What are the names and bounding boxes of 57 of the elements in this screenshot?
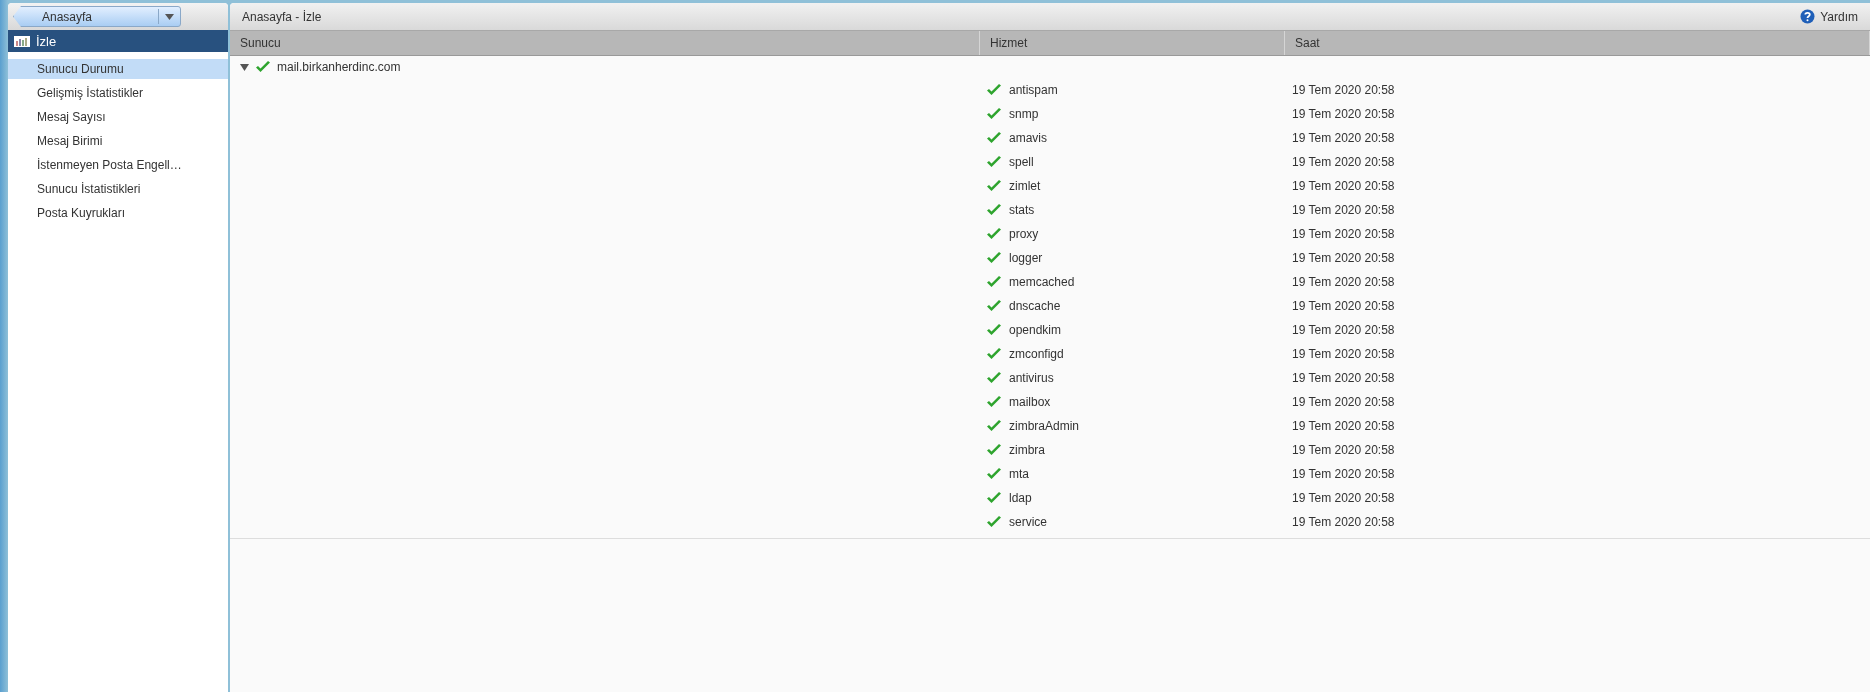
- sidebar-item[interactable]: Sunucu İstatistikleri: [8, 179, 228, 199]
- service-name: proxy: [1009, 227, 1039, 241]
- service-name: logger: [1009, 251, 1043, 265]
- section-title: İzle: [36, 33, 57, 49]
- service-name: zimbraAdmin: [1009, 419, 1080, 433]
- sidebar-item[interactable]: Mesaj Birimi: [8, 131, 228, 151]
- time-cell: 19 Tem 2020 20:58: [1292, 107, 1395, 121]
- service-name: antispam: [1009, 83, 1058, 97]
- service-name: amavis: [1009, 131, 1047, 145]
- time-cell: 19 Tem 2020 20:58: [1292, 83, 1395, 97]
- time-cell: 19 Tem 2020 20:58: [1292, 419, 1395, 433]
- service-name: service: [1009, 515, 1047, 529]
- service-name: spell: [1009, 155, 1034, 169]
- sidebar-item[interactable]: Posta Kuyrukları: [8, 203, 228, 223]
- time-cell: 19 Tem 2020 20:58: [1292, 323, 1395, 337]
- time-cell: 19 Tem 2020 20:58: [1292, 491, 1395, 505]
- help-button[interactable]: Yardım: [1800, 9, 1858, 24]
- sidebar-item[interactable]: Sunucu Durumu: [8, 59, 228, 79]
- service-name: opendkim: [1009, 323, 1062, 337]
- breadcrumb: Anasayfa - İzle: [242, 9, 322, 24]
- time-cell: 19 Tem 2020 20:58: [1292, 299, 1395, 313]
- time-cell: 19 Tem 2020 20:58: [1292, 467, 1395, 481]
- service-name: zimlet: [1009, 179, 1041, 193]
- time-cell: 19 Tem 2020 20:58: [1292, 443, 1395, 457]
- service-name: stats: [1009, 203, 1035, 217]
- sidebar-item[interactable]: Gelişmiş İstatistikler: [8, 83, 228, 103]
- time-cell: 19 Tem 2020 20:58: [1292, 515, 1395, 529]
- service-name: mta: [1009, 467, 1029, 481]
- column-header[interactable]: Hizmet: [980, 31, 1285, 55]
- bar-chart-icon: [14, 35, 30, 47]
- service-name: zimbra: [1009, 443, 1045, 457]
- column-header[interactable]: Saat: [1285, 31, 1870, 55]
- expanded-triangle-icon[interactable]: [240, 62, 249, 72]
- caret-icon: [165, 13, 174, 20]
- time-cell: 19 Tem 2020 20:58: [1292, 131, 1395, 145]
- service-name: ldap: [1009, 491, 1032, 505]
- back-button[interactable]: Anasayfa: [13, 6, 181, 27]
- service-name: snmp: [1009, 107, 1039, 121]
- server-name: mail.birkanherdinc.com: [277, 60, 401, 74]
- service-name: mailbox: [1009, 395, 1051, 409]
- time-cell: 19 Tem 2020 20:58: [1292, 371, 1395, 385]
- time-cell: 19 Tem 2020 20:58: [1292, 203, 1395, 217]
- service-name: memcached: [1009, 275, 1075, 289]
- service-name: zmconfigd: [1009, 347, 1064, 361]
- time-cell: 19 Tem 2020 20:58: [1292, 179, 1395, 193]
- time-cell: 19 Tem 2020 20:58: [1292, 395, 1395, 409]
- sidebar-item[interactable]: İstenmeyen Posta Engell…: [8, 155, 228, 175]
- time-cell: 19 Tem 2020 20:58: [1292, 251, 1395, 265]
- service-name: antivirus: [1009, 371, 1054, 385]
- time-cell: 19 Tem 2020 20:58: [1292, 227, 1395, 241]
- time-cell: 19 Tem 2020 20:58: [1292, 155, 1395, 169]
- service-name: dnscache: [1009, 299, 1061, 313]
- column-header[interactable]: Sunucu: [230, 31, 980, 55]
- time-cell: 19 Tem 2020 20:58: [1292, 347, 1395, 361]
- time-cell: 19 Tem 2020 20:58: [1292, 275, 1395, 289]
- help-icon: [1800, 9, 1816, 24]
- sidebar-item[interactable]: Mesaj Sayısı: [8, 107, 228, 127]
